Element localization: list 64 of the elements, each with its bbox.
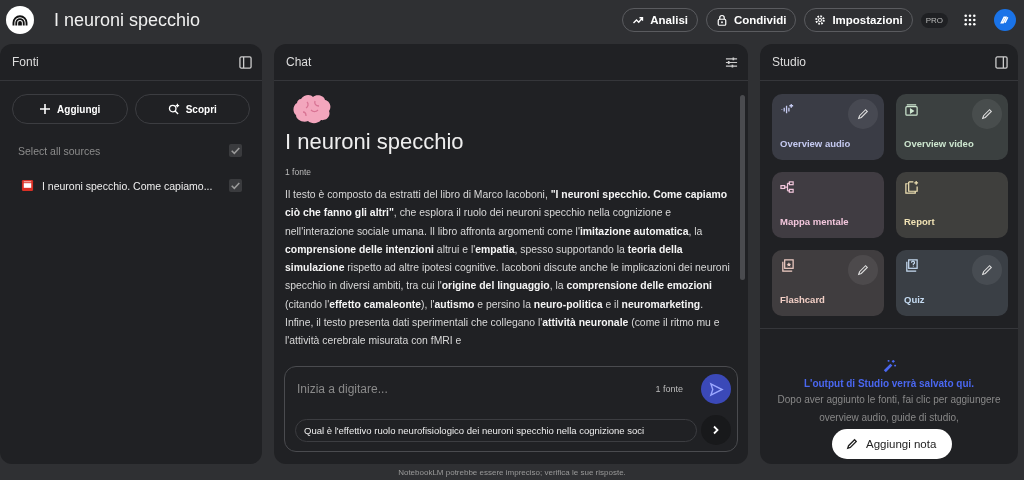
summary-paragraph: Il testo è composto da estratti del libro di Marco Iacoboni, "I neuroni specchio. Come capiamo ciò che fanno gli altri", che esplora il ruolo dei neuroni specchio nella cognizione e nell'interazione sociale umana. Il libro affronta argomenti come l'imitazione automatica, la comprensione delle intenzioni altrui e l'empatia, spesso supportando la teoria della simulazione rispetto ad altre ipotesi cognitive. Iacoboni discute anche le implicazioni dei neuroni specchio in diversi ambiti, tra cui l'origine del linguaggio, la comprensione delle emozioni (citando l'effetto camaleonte), l'autismo e persino la neuro-politica e il neuromarketing. Infine, il testo presenta dati sperimentali che collegano l'attività neuronale (come il ritmo mu e l'attività cerebrale misurata con fMRI e xyxy=(285,188,731,349)
edit-button[interactable] xyxy=(972,255,1002,285)
select-all-checkbox[interactable] xyxy=(229,144,242,157)
plan-badge: PRO xyxy=(920,12,948,28)
mindmap-tool-card[interactable]: Mappa mentale xyxy=(772,172,884,238)
panel-title: Chat xyxy=(286,55,312,69)
collapse-panel-icon[interactable] xyxy=(995,55,1008,69)
chat-input-field[interactable]: Inizia a digitare... xyxy=(295,373,648,405)
pencil-icon xyxy=(857,108,869,120)
tool-label: Overview audio xyxy=(780,138,852,149)
edit-button[interactable] xyxy=(848,99,878,129)
edit-button[interactable] xyxy=(972,99,1002,129)
tool-label: Mappa mentale xyxy=(780,216,850,227)
report-icon xyxy=(904,180,919,195)
avatar-icon[interactable] xyxy=(994,9,1016,31)
settings-icon xyxy=(814,14,827,26)
scrollbar[interactable] xyxy=(740,95,745,280)
pencil-icon xyxy=(981,108,993,120)
audio-tool-card[interactable]: Overview audio xyxy=(772,94,884,160)
tool-label: Quiz xyxy=(904,294,926,305)
panel-title: Fonti xyxy=(12,55,39,69)
plus-icon xyxy=(39,103,52,115)
source-item[interactable]: I neuroni specchio. Come capiamo... xyxy=(42,179,221,192)
empty-state-text: Dopo aver aggiunto le fonti, fai clic per aggiungere overview audio, guide di studio, xyxy=(776,393,1002,425)
video-icon xyxy=(904,102,919,117)
source-count: 1 fonte xyxy=(285,167,312,177)
pencil-icon xyxy=(981,264,993,276)
tool-label: Report xyxy=(904,216,936,227)
source-count: 1 fonte xyxy=(655,384,683,394)
collapse-panel-icon[interactable] xyxy=(239,55,252,69)
lock-icon xyxy=(716,14,728,26)
trend-icon xyxy=(632,14,645,26)
magic-wand-icon xyxy=(881,359,897,374)
search-icon xyxy=(167,103,180,115)
brain-icon xyxy=(293,93,333,125)
chat-composer[interactable]: Inizia a digitare... 1 fonte Qual è l'effettivo ruolo neurofisiologico dei neuroni specchio nella cognizione soci xyxy=(284,366,738,452)
disclaimer-text: NotebookLM potrebbe essere impreciso; verifica le sue risposte. xyxy=(397,467,627,478)
edit-button[interactable] xyxy=(848,255,878,285)
chevron-right-icon xyxy=(711,425,721,435)
panel-title: Studio xyxy=(772,55,807,69)
flashcard-icon xyxy=(780,258,795,273)
notebook-title: I neuroni specchio xyxy=(54,9,201,31)
apps-grid-icon[interactable] xyxy=(964,14,976,26)
logo-icon[interactable] xyxy=(6,6,34,34)
settings-sliders-icon[interactable] xyxy=(725,55,738,69)
source-checkbox[interactable] xyxy=(229,179,242,192)
notebook-heading: I neuroni specchio xyxy=(285,129,465,155)
pencil-icon xyxy=(857,264,869,276)
empty-state-title: L'output di Studio verrà salvato qui. xyxy=(803,378,975,389)
send-icon xyxy=(708,381,724,397)
flashcard-tool-card[interactable]: Flashcard xyxy=(772,250,884,316)
pdf-icon xyxy=(21,179,34,192)
quiz-tool-card[interactable]: Quiz xyxy=(896,250,1008,316)
quiz-icon xyxy=(904,258,919,273)
video-tool-card[interactable]: Overview video xyxy=(896,94,1008,160)
report-tool-card[interactable]: Report xyxy=(896,172,1008,238)
send-button[interactable] xyxy=(701,374,731,404)
add-note-button[interactable]: Aggiungi nota xyxy=(832,429,953,459)
tool-label: Flashcard xyxy=(780,294,826,305)
tool-label: Overview video xyxy=(904,138,975,149)
select-all-label: Select all sources xyxy=(18,144,101,157)
pencil-icon xyxy=(846,438,858,450)
next-suggestion-button[interactable] xyxy=(701,415,731,445)
mindmap-icon xyxy=(780,180,795,195)
